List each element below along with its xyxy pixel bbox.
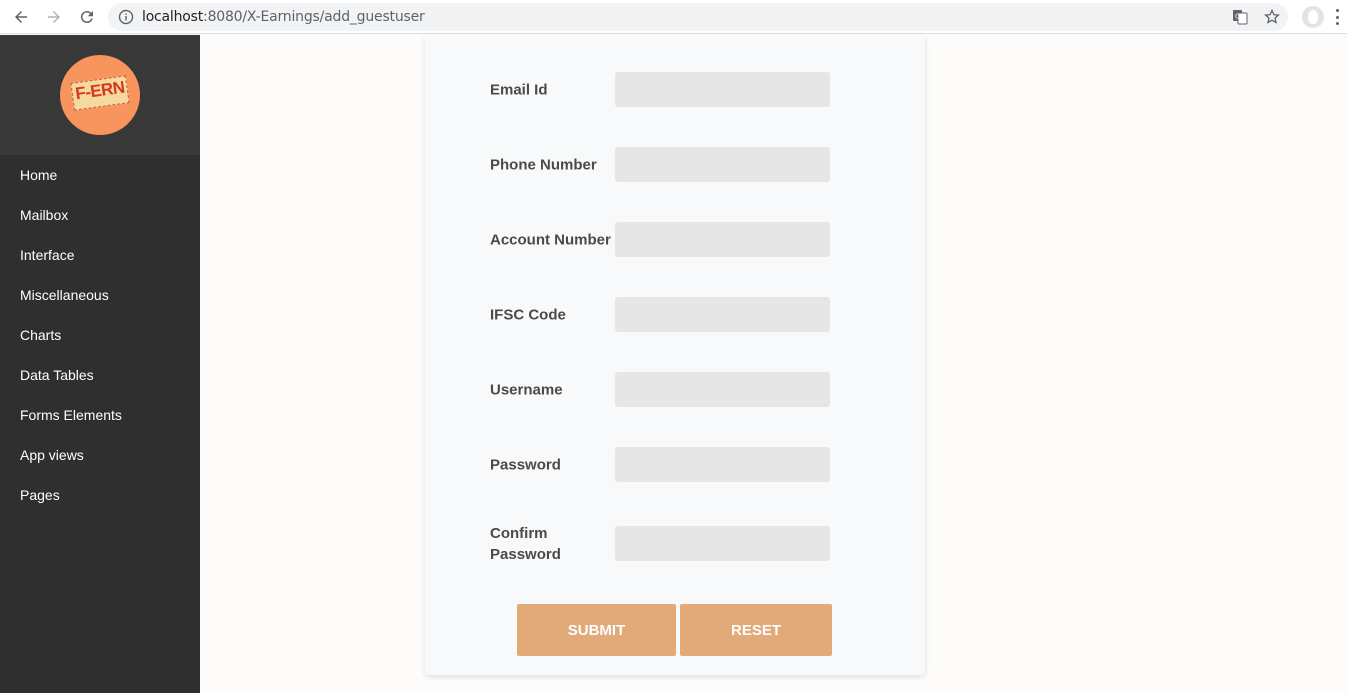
logo[interactable]: F-ERN <box>60 55 140 135</box>
sidebar-item-interface[interactable]: Interface <box>0 235 200 275</box>
sidebar-item-app-views[interactable]: App views <box>0 435 200 475</box>
confirm-password-field[interactable] <box>615 526 830 561</box>
logo-area: F-ERN <box>0 35 200 155</box>
email-row: Email Id <box>490 72 835 108</box>
password-field[interactable] <box>615 447 830 482</box>
info-icon[interactable] <box>118 9 134 25</box>
sidebar-item-mailbox[interactable]: Mailbox <box>0 195 200 235</box>
sidebar-item-pages[interactable]: Pages <box>0 475 200 515</box>
password-row: Password <box>490 447 835 483</box>
confirm-password-label: Confirm Password <box>490 525 561 563</box>
sidebar-item-forms-elements[interactable]: Forms Elements <box>0 395 200 435</box>
sidebar: F-ERN Home Mailbox Interface Miscellaneo… <box>0 35 200 693</box>
guest-user-form: Email Id Phone Number Account Number IFS… <box>425 35 925 675</box>
username-label: Username <box>490 381 563 399</box>
reset-button[interactable]: RESET <box>680 604 832 656</box>
sidebar-item-data-tables[interactable]: Data Tables <box>0 355 200 395</box>
translate-icon[interactable]: G <box>1232 9 1248 25</box>
username-field[interactable] <box>615 372 830 407</box>
browser-toolbar: localhost:8080/X-Earnings/add_guestuser … <box>0 0 1347 34</box>
account-number-label: Account Number <box>490 231 611 249</box>
sidebar-item-home[interactable]: Home <box>0 155 200 195</box>
phone-row: Phone Number <box>490 147 835 183</box>
sidebar-item-miscellaneous[interactable]: Miscellaneous <box>0 275 200 315</box>
phone-field[interactable] <box>615 147 830 182</box>
profile-icon[interactable] <box>1302 6 1324 28</box>
account-row: Account Number <box>490 222 835 258</box>
sidebar-item-charts[interactable]: Charts <box>0 315 200 355</box>
account-number-field[interactable] <box>615 222 830 257</box>
password-label: Password <box>490 456 561 474</box>
email-label: Email Id <box>490 81 548 99</box>
submit-button[interactable]: SUBMIT <box>517 604 676 656</box>
reload-icon[interactable] <box>75 5 99 29</box>
ifsc-row: IFSC Code <box>490 297 835 333</box>
star-icon[interactable] <box>1264 9 1280 25</box>
username-row: Username <box>490 372 835 408</box>
email-field[interactable] <box>615 72 830 107</box>
url-text: localhost:8080/X-Earnings/add_guestuser <box>142 9 425 25</box>
ifsc-field[interactable] <box>615 297 830 332</box>
confirm-password-row: Confirm Password <box>490 525 835 563</box>
phone-label: Phone Number <box>490 156 597 174</box>
sidebar-menu: Home Mailbox Interface Miscellaneous Cha… <box>0 155 200 515</box>
svg-text:G: G <box>1235 13 1240 21</box>
forward-icon[interactable] <box>42 5 66 29</box>
address-bar[interactable]: localhost:8080/X-Earnings/add_guestuser … <box>108 3 1288 31</box>
more-icon[interactable] <box>1336 9 1340 25</box>
back-icon[interactable] <box>9 5 33 29</box>
ifsc-label: IFSC Code <box>490 306 566 324</box>
